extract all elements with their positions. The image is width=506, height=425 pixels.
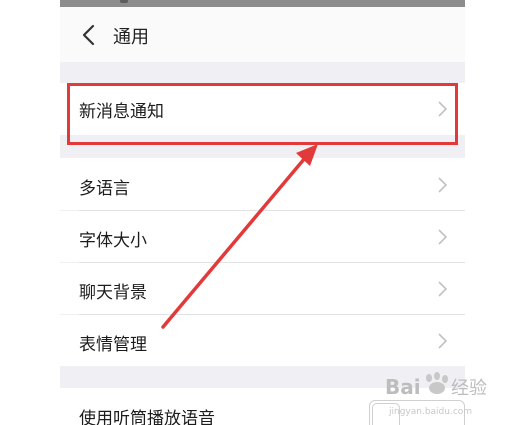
settings-item-label: 新消息通知 [79, 102, 164, 122]
right-margin [465, 0, 506, 425]
phone-screen: 通用 新消息通知 多语言 字体大小 聊天背景 表情管理 使用听筒播放语音 [60, 0, 465, 425]
status-icon [120, 0, 128, 3]
header-bar: 通用 [60, 7, 465, 62]
settings-item-label: 聊天背景 [79, 283, 147, 303]
settings-item-label: 多语言 [79, 179, 130, 199]
chevron-right-icon [437, 281, 448, 297]
settings-item-language[interactable]: 多语言 [60, 158, 465, 210]
chevron-right-icon [437, 177, 448, 193]
chevron-right-icon [437, 101, 448, 117]
status-bar [60, 0, 465, 7]
chevron-right-icon [437, 333, 448, 349]
settings-item-label: 使用听筒播放语音 [79, 409, 215, 425]
settings-item-sticker-management[interactable]: 表情管理 [60, 315, 465, 366]
settings-item-chat-background[interactable]: 聊天背景 [60, 263, 465, 314]
settings-item-font-size[interactable]: 字体大小 [60, 211, 465, 262]
earpiece-playback-toggle[interactable] [369, 400, 465, 425]
left-margin [0, 0, 60, 425]
back-arrow-icon[interactable] [78, 23, 102, 47]
toggle-knob [372, 403, 400, 425]
settings-item-label: 字体大小 [79, 231, 147, 251]
settings-item-label: 表情管理 [79, 335, 147, 355]
page-title: 通用 [113, 27, 149, 48]
chevron-right-icon [437, 229, 448, 245]
settings-item-new-message-notification[interactable]: 新消息通知 [60, 83, 465, 135]
